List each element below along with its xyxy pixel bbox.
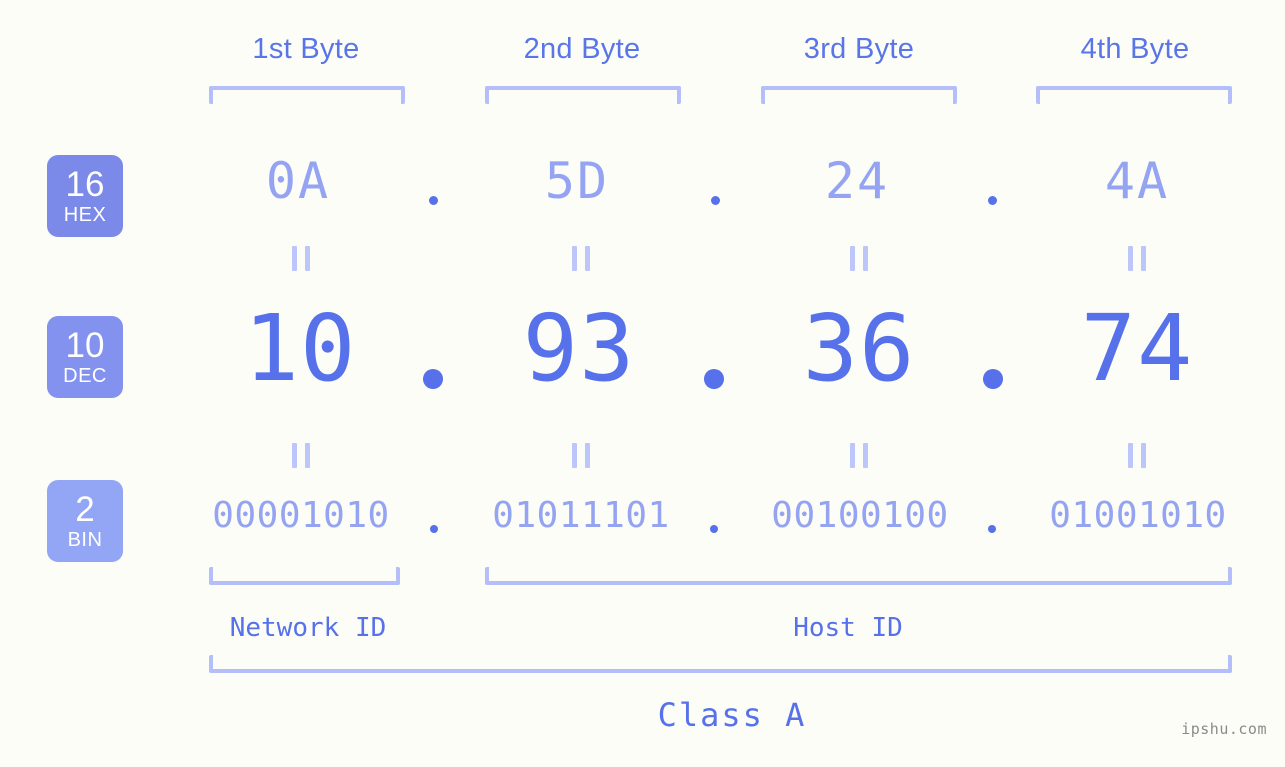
hex-separator-2 [711, 196, 720, 205]
base-badge-dec: 10 DEC [47, 316, 123, 398]
class-label: Class A [657, 696, 807, 734]
equals-mark-dec-bin-1 [292, 443, 310, 468]
bin-separator-3 [988, 525, 996, 533]
byte-bracket-2 [485, 86, 681, 104]
bin-byte-4: 01001010 [1049, 495, 1227, 536]
base-badge-bin: 2 BIN [47, 480, 123, 562]
hex-separator-1 [429, 196, 438, 205]
equals-mark-hex-dec-2 [572, 246, 590, 271]
equals-mark-dec-bin-2 [572, 443, 590, 468]
bin-byte-2: 01011101 [492, 495, 670, 536]
class-bracket [209, 655, 1232, 673]
equals-mark-hex-dec-3 [850, 246, 868, 271]
base-badge-bin-number: 2 [75, 490, 95, 529]
network-id-label: Network ID [229, 613, 387, 643]
ip-address-breakdown-diagram: 1st Byte 2nd Byte 3rd Byte 4th Byte 16 H… [0, 0, 1285, 767]
dec-byte-2: 93 [522, 295, 636, 402]
base-badge-bin-name: BIN [67, 529, 103, 551]
base-badge-dec-number: 10 [65, 326, 105, 365]
bin-separator-1 [430, 525, 438, 533]
byte-header-2: 2nd Byte [523, 33, 641, 65]
host-id-bracket [485, 567, 1232, 585]
byte-bracket-1 [209, 86, 405, 104]
dec-separator-3 [983, 369, 1003, 389]
site-watermark: ipshu.com [1181, 720, 1267, 738]
equals-mark-dec-bin-3 [850, 443, 868, 468]
network-id-bracket [209, 567, 400, 585]
dec-byte-4: 74 [1080, 295, 1194, 402]
equals-mark-hex-dec-4 [1128, 246, 1146, 271]
dec-separator-1 [423, 369, 443, 389]
byte-bracket-4 [1036, 86, 1232, 104]
hex-byte-1: 0A [265, 152, 331, 210]
byte-header-1: 1st Byte [252, 33, 360, 65]
host-id-label: Host ID [793, 613, 903, 643]
hex-byte-2: 5D [544, 152, 610, 210]
base-badge-dec-name: DEC [63, 365, 107, 387]
hex-byte-4: 4A [1104, 152, 1170, 210]
hex-byte-3: 24 [824, 152, 890, 210]
bin-byte-3: 00100100 [771, 495, 949, 536]
hex-separator-3 [988, 196, 997, 205]
dec-byte-3: 36 [802, 295, 916, 402]
byte-header-4: 4th Byte [1080, 33, 1190, 65]
base-badge-hex-number: 16 [65, 165, 105, 204]
bin-separator-2 [710, 525, 718, 533]
dec-separator-2 [704, 369, 724, 389]
dec-byte-1: 10 [243, 295, 357, 402]
bin-byte-1: 00001010 [212, 495, 390, 536]
base-badge-hex: 16 HEX [47, 155, 123, 237]
base-badge-hex-name: HEX [63, 204, 107, 226]
byte-bracket-3 [761, 86, 957, 104]
equals-mark-hex-dec-1 [292, 246, 310, 271]
byte-header-3: 3rd Byte [803, 33, 915, 65]
equals-mark-dec-bin-4 [1128, 443, 1146, 468]
